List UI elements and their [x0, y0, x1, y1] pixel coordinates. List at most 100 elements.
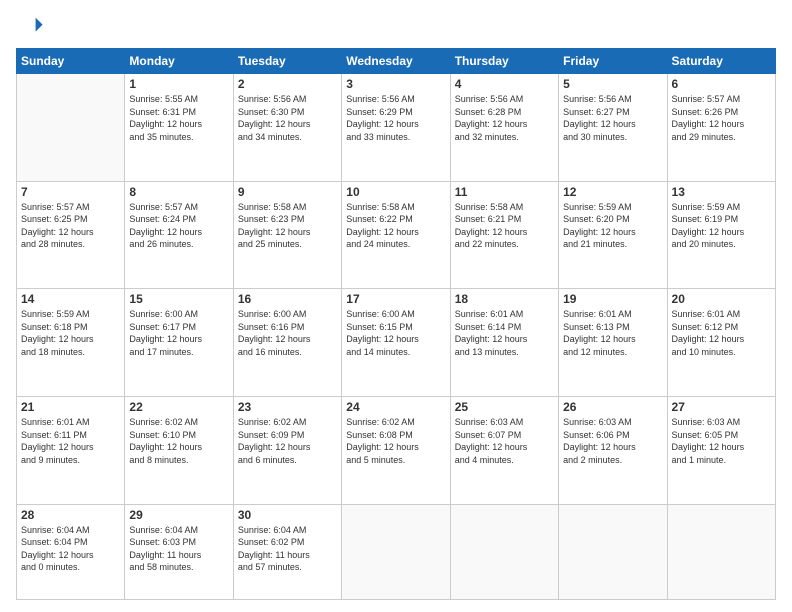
header — [16, 12, 776, 40]
day-number: 11 — [455, 185, 554, 199]
day-info: Sunrise: 6:02 AM Sunset: 6:08 PM Dayligh… — [346, 416, 445, 466]
day-info: Sunrise: 6:00 AM Sunset: 6:15 PM Dayligh… — [346, 308, 445, 358]
day-number: 3 — [346, 77, 445, 91]
day-number: 2 — [238, 77, 337, 91]
calendar-cell: 23Sunrise: 6:02 AM Sunset: 6:09 PM Dayli… — [233, 396, 341, 504]
day-number: 19 — [563, 292, 662, 306]
calendar-cell: 18Sunrise: 6:01 AM Sunset: 6:14 PM Dayli… — [450, 289, 558, 397]
day-info: Sunrise: 5:57 AM Sunset: 6:24 PM Dayligh… — [129, 201, 228, 251]
calendar-cell: 10 Sunrise: 5:58 AM Sunset: 6:22 PM Dayli… — [342, 181, 450, 289]
calendar-cell: 11 Sunrise: 5:58 AM Sunset: 6:21 PM Dayli… — [450, 181, 558, 289]
calendar-cell: 17 Sunrise: 6:00 AM Sunset: 6:15 PM Dayli… — [342, 289, 450, 397]
weekday-header: Tuesday — [233, 49, 341, 74]
day-info: Sunrise: 6:01 AM Sunset: 6:13 PM Dayligh… — [563, 308, 662, 358]
calendar-cell: 12 Sunrise: 5:59 AM Sunset: 6:20 PM Dayli… — [559, 181, 667, 289]
calendar-cell: 4 Sunrise: 5:56 AM Sunset: 6:28 PM Daylig… — [450, 74, 558, 182]
day-info: Sunrise: 5:58 AM Sunset: 6:21 PM Dayligh… — [455, 201, 554, 251]
day-info: Sunrise: 6:04 AM Sunset: 6:02 PM Dayligh… — [238, 524, 337, 574]
day-info: Sunrise: 5:59 AM Sunset: 6:18 PM Dayligh… — [21, 308, 120, 358]
calendar-cell: 3 Sunrise: 5:56 AM Sunset: 6:29 PM Daylig… — [342, 74, 450, 182]
weekday-header: Wednesday — [342, 49, 450, 74]
day-number: 27 — [672, 400, 771, 414]
day-info: Sunrise: 6:03 AM Sunset: 6:06 PM Dayligh… — [563, 416, 662, 466]
day-info: Sunrise: 5:56 AM Sunset: 6:30 PM Dayligh… — [238, 93, 337, 143]
calendar-cell: 28 Sunrise: 6:04 AM Sunset: 6:04 PM Dayli… — [17, 504, 125, 599]
calendar-cell: 21Sunrise: 6:01 AM Sunset: 6:11 PM Dayli… — [17, 396, 125, 504]
calendar-cell: 26 Sunrise: 6:03 AM Sunset: 6:06 PM Dayli… — [559, 396, 667, 504]
day-number: 10 — [346, 185, 445, 199]
weekday-header-row: SundayMondayTuesdayWednesdayThursdayFrid… — [17, 49, 776, 74]
day-number: 4 — [455, 77, 554, 91]
day-number: 9 — [238, 185, 337, 199]
day-info: Sunrise: 6:00 AM Sunset: 6:17 PM Dayligh… — [129, 308, 228, 358]
calendar-cell: 1 Sunrise: 5:55 AM Sunset: 6:31 PM Daylig… — [125, 74, 233, 182]
weekday-header: Saturday — [667, 49, 775, 74]
day-number: 30 — [238, 508, 337, 522]
day-number: 25 — [455, 400, 554, 414]
calendar-cell: 25 Sunrise: 6:03 AM Sunset: 6:07 PM Dayli… — [450, 396, 558, 504]
calendar-cell: 27 Sunrise: 6:03 AM Sunset: 6:05 PM Dayli… — [667, 396, 775, 504]
calendar-cell: 7 Sunrise: 5:57 AM Sunset: 6:25 PM Daylig… — [17, 181, 125, 289]
weekday-header: Monday — [125, 49, 233, 74]
day-number: 20 — [672, 292, 771, 306]
day-number: 7 — [21, 185, 120, 199]
calendar-week-row: 1 Sunrise: 5:55 AM Sunset: 6:31 PM Daylig… — [17, 74, 776, 182]
day-number: 8 — [129, 185, 228, 199]
weekday-header: Thursday — [450, 49, 558, 74]
day-number: 5 — [563, 77, 662, 91]
day-info: Sunrise: 5:57 AM Sunset: 6:26 PM Dayligh… — [672, 93, 771, 143]
calendar-cell: 5Sunrise: 5:56 AM Sunset: 6:27 PM Daylig… — [559, 74, 667, 182]
calendar-week-row: 14 Sunrise: 5:59 AM Sunset: 6:18 PM Dayli… — [17, 289, 776, 397]
day-info: Sunrise: 5:57 AM Sunset: 6:25 PM Dayligh… — [21, 201, 120, 251]
day-number: 29 — [129, 508, 228, 522]
day-number: 14 — [21, 292, 120, 306]
day-info: Sunrise: 5:56 AM Sunset: 6:29 PM Dayligh… — [346, 93, 445, 143]
day-number: 26 — [563, 400, 662, 414]
calendar-cell: 9 Sunrise: 5:58 AM Sunset: 6:23 PM Daylig… — [233, 181, 341, 289]
day-info: Sunrise: 5:56 AM Sunset: 6:28 PM Dayligh… — [455, 93, 554, 143]
day-number: 24 — [346, 400, 445, 414]
calendar-table: SundayMondayTuesdayWednesdayThursdayFrid… — [16, 48, 776, 600]
weekday-header: Sunday — [17, 49, 125, 74]
calendar-week-row: 28 Sunrise: 6:04 AM Sunset: 6:04 PM Dayli… — [17, 504, 776, 599]
calendar-cell: 8 Sunrise: 5:57 AM Sunset: 6:24 PM Daylig… — [125, 181, 233, 289]
calendar-cell — [342, 504, 450, 599]
day-info: Sunrise: 5:59 AM Sunset: 6:19 PM Dayligh… — [672, 201, 771, 251]
calendar-cell: 16 Sunrise: 6:00 AM Sunset: 6:16 PM Dayli… — [233, 289, 341, 397]
calendar-week-row: 7 Sunrise: 5:57 AM Sunset: 6:25 PM Daylig… — [17, 181, 776, 289]
day-number: 13 — [672, 185, 771, 199]
calendar-cell: 6Sunrise: 5:57 AM Sunset: 6:26 PM Daylig… — [667, 74, 775, 182]
day-info: Sunrise: 6:00 AM Sunset: 6:16 PM Dayligh… — [238, 308, 337, 358]
weekday-header: Friday — [559, 49, 667, 74]
day-number: 22 — [129, 400, 228, 414]
day-info: Sunrise: 6:03 AM Sunset: 6:05 PM Dayligh… — [672, 416, 771, 466]
calendar-week-row: 21Sunrise: 6:01 AM Sunset: 6:11 PM Dayli… — [17, 396, 776, 504]
calendar-cell — [17, 74, 125, 182]
day-info: Sunrise: 5:58 AM Sunset: 6:22 PM Dayligh… — [346, 201, 445, 251]
calendar-cell: 15 Sunrise: 6:00 AM Sunset: 6:17 PM Dayli… — [125, 289, 233, 397]
day-number: 1 — [129, 77, 228, 91]
calendar-cell: 30 Sunrise: 6:04 AM Sunset: 6:02 PM Dayli… — [233, 504, 341, 599]
day-number: 12 — [563, 185, 662, 199]
day-info: Sunrise: 6:03 AM Sunset: 6:07 PM Dayligh… — [455, 416, 554, 466]
day-number: 16 — [238, 292, 337, 306]
calendar-cell: 29 Sunrise: 6:04 AM Sunset: 6:03 PM Dayli… — [125, 504, 233, 599]
calendar-cell — [450, 504, 558, 599]
day-info: Sunrise: 5:59 AM Sunset: 6:20 PM Dayligh… — [563, 201, 662, 251]
day-info: Sunrise: 6:02 AM Sunset: 6:09 PM Dayligh… — [238, 416, 337, 466]
day-number: 17 — [346, 292, 445, 306]
logo — [16, 12, 48, 40]
day-number: 28 — [21, 508, 120, 522]
calendar-cell — [667, 504, 775, 599]
calendar-cell: 19 Sunrise: 6:01 AM Sunset: 6:13 PM Dayli… — [559, 289, 667, 397]
day-info: Sunrise: 6:04 AM Sunset: 6:03 PM Dayligh… — [129, 524, 228, 574]
day-info: Sunrise: 5:55 AM Sunset: 6:31 PM Dayligh… — [129, 93, 228, 143]
day-info: Sunrise: 6:04 AM Sunset: 6:04 PM Dayligh… — [21, 524, 120, 574]
day-number: 15 — [129, 292, 228, 306]
page: SundayMondayTuesdayWednesdayThursdayFrid… — [0, 0, 792, 612]
day-info: Sunrise: 5:58 AM Sunset: 6:23 PM Dayligh… — [238, 201, 337, 251]
logo-icon — [16, 12, 44, 40]
day-info: Sunrise: 6:01 AM Sunset: 6:14 PM Dayligh… — [455, 308, 554, 358]
day-info: Sunrise: 6:02 AM Sunset: 6:10 PM Dayligh… — [129, 416, 228, 466]
day-info: Sunrise: 6:01 AM Sunset: 6:12 PM Dayligh… — [672, 308, 771, 358]
